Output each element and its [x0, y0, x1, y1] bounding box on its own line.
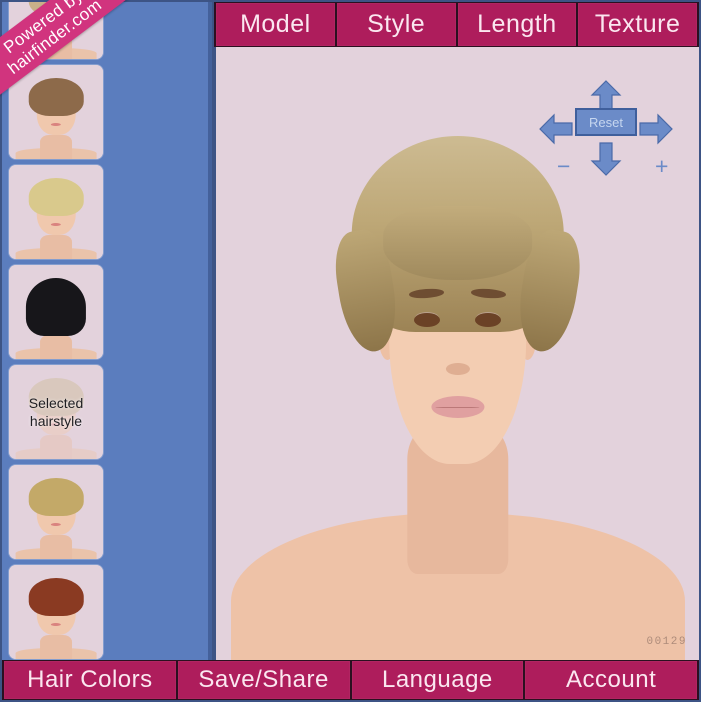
- tab-hair-colors[interactable]: Hair Colors: [4, 661, 176, 699]
- model-eye-right: [474, 313, 501, 328]
- reset-button[interactable]: Reset: [575, 108, 637, 136]
- tab-language[interactable]: Language: [351, 661, 524, 699]
- zoom-in-button[interactable]: +: [655, 155, 668, 178]
- hairstyle-thumbnail[interactable]: Selected hairstyle: [9, 365, 103, 459]
- bottom-tab-bar: Hair Colors Save/Share Language Account: [2, 660, 699, 700]
- model-bangs: [382, 206, 533, 280]
- hairstyle-thumbnail[interactable]: [9, 65, 103, 159]
- tab-model[interactable]: Model: [216, 3, 335, 46]
- hairstyle-thumbnail[interactable]: [9, 265, 103, 359]
- model-canvas[interactable]: 00129 Reset − +: [216, 47, 699, 660]
- position-control-cluster: Reset − +: [535, 80, 677, 180]
- top-tab-bar: Model Style Length Texture: [214, 2, 699, 47]
- tab-style[interactable]: Style: [336, 3, 456, 46]
- model-lips: [430, 396, 485, 419]
- hairstyle-thumbnail[interactable]: [9, 2, 103, 59]
- tab-length[interactable]: Length: [457, 3, 577, 46]
- thumbnail-portrait: [9, 65, 103, 159]
- hairstyle-thumbnail[interactable]: [9, 165, 103, 259]
- thumbnail-portrait: [9, 165, 103, 259]
- arrow-left-icon[interactable]: [539, 112, 573, 146]
- zoom-out-button[interactable]: −: [557, 155, 570, 178]
- tab-texture[interactable]: Texture: [578, 3, 697, 46]
- thumbnail-portrait: [9, 2, 103, 59]
- thumbnail-portrait: [9, 565, 103, 659]
- arrow-right-icon[interactable]: [639, 112, 673, 146]
- thumbnail-portrait: [9, 265, 103, 359]
- tab-save-share[interactable]: Save/Share: [177, 661, 350, 699]
- photo-code-label: 00129: [646, 636, 687, 648]
- thumbnail-portrait: [9, 465, 103, 559]
- thumbnail-grid: Selected hairstyle: [2, 2, 208, 660]
- tab-account[interactable]: Account: [525, 661, 697, 699]
- hairstyler-app: Selected hairstyle Powered by hairfinder.…: [0, 0, 701, 702]
- thumbnail-portrait: [9, 365, 103, 459]
- hairstyle-thumbnail-sidebar[interactable]: Selected hairstyle: [2, 2, 212, 660]
- hairstyle-thumbnail[interactable]: [9, 565, 103, 659]
- arrow-down-icon[interactable]: [589, 142, 623, 176]
- hairstyle-thumbnail[interactable]: [9, 465, 103, 559]
